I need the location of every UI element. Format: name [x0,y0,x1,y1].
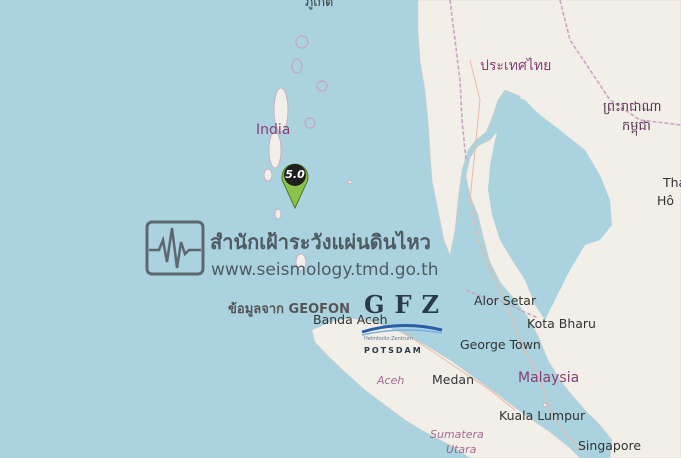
map-label-utara: Utara [446,443,477,456]
map-label-alor-setar: Alor Setar [474,293,537,308]
map-label-medan: Medan [432,372,474,387]
island-small [347,179,353,185]
map-label-malaysia: Malaysia [518,370,580,386]
map-label-aceh: Aceh [377,374,405,387]
map-label-george-town: George Town [460,337,541,352]
island-small [542,402,548,408]
gfz-wave-icon [361,324,443,336]
map-label-singapore: Singapore [578,438,642,453]
map-label-top-partial: ภูเก็ต [305,0,334,9]
island-little-andaman [263,168,273,182]
earthquake-magnitude: 5.0 [285,168,305,181]
island-nicobar [274,208,282,220]
gfz-city: POTSDAM [364,346,423,355]
seismograph-logo-icon [145,220,205,276]
map-label-cambodia-1: ព្រះរាជាណា [603,100,662,115]
gfz-subtitle: Helmholtz-Zentrum [364,336,413,342]
map-label-kota-bharu: Kota Bharu [527,316,596,331]
map-label-cambodia-2: កម្ពុជា [622,119,651,134]
watermark-title: สำนักเฝ้าระวังแผ่นดินไหว [210,230,431,254]
map-label-kuala-lumpur: Kuala Lumpur [499,408,586,423]
map-label-tha: Tha [663,175,681,190]
map-label-thailand: ประเทศไทย [480,58,552,74]
map-label-sumatera: Sumatera [430,428,484,441]
watermark-source: ข้อมูลจาก GEOFON [228,302,350,317]
watermark-url: www.seismology.tmd.go.th [211,260,439,280]
map-label-india: India [256,122,291,138]
map-label-ho: Hô [657,193,675,208]
gfz-logo: GFZ [364,290,450,319]
